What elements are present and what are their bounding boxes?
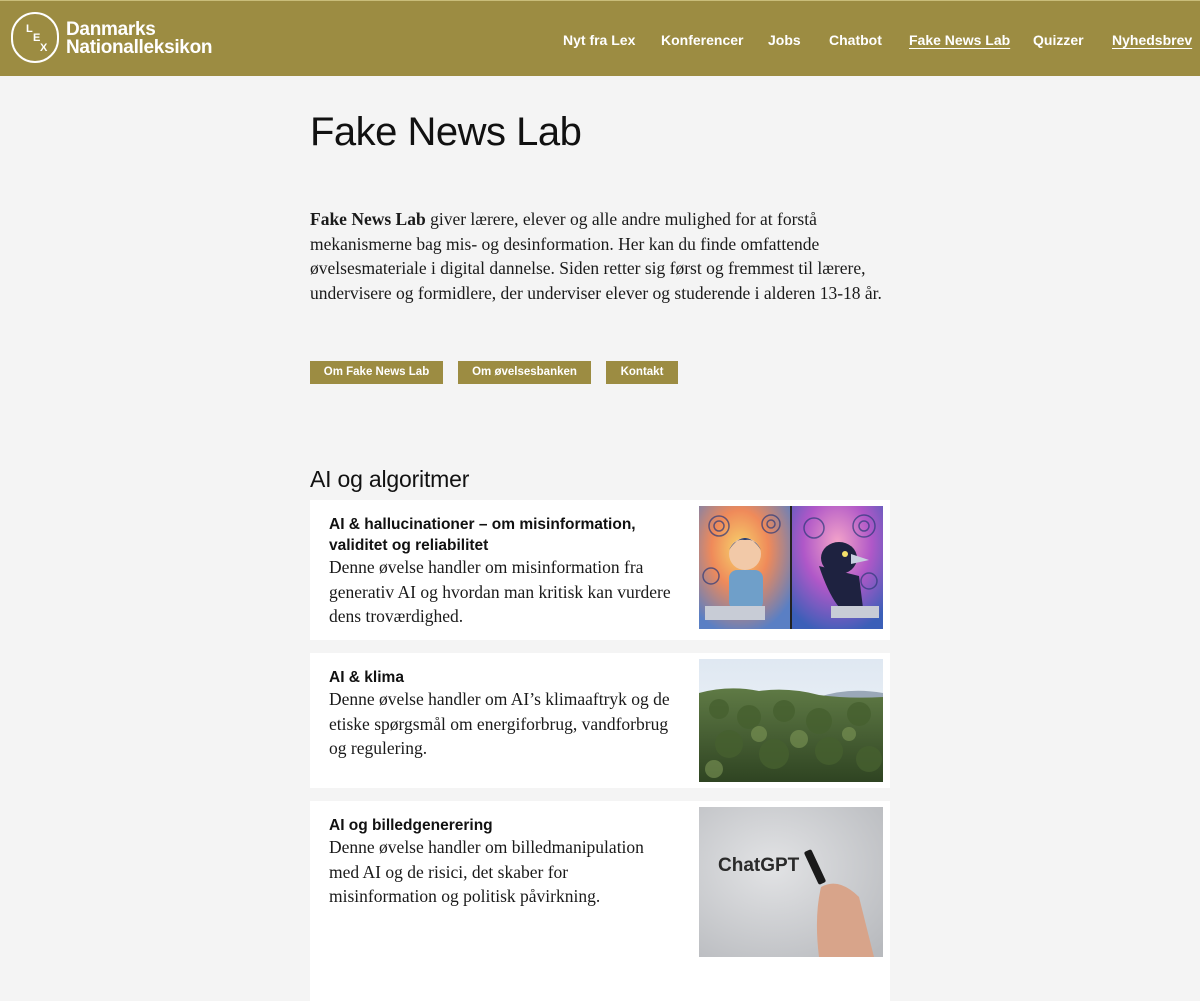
intro-bold: Fake News Lab [310,209,426,229]
chatgpt-photo [699,807,883,957]
nav-chatbot[interactable]: Chatbot [829,32,882,48]
nav-nyhedsbrev[interactable]: Nyhedsbrev [1112,32,1192,48]
nav-nyt-fra-lex[interactable]: Nyt fra Lex [563,32,635,48]
card-image-ai-hallucination[interactable] [699,506,883,629]
exercise-card[interactable]: AI & klima Denne øvelse handler om AI’s … [310,653,890,788]
nav-fake-news-lab[interactable]: Fake News Lab [909,32,1010,48]
card-description: Denne øvelse handler om AI’s klimaaftryk… [329,689,670,758]
nav-quizzer[interactable]: Quizzer [1033,32,1084,48]
main-nav: Nyt fra Lex Konferencer Jobs Chatbot Fak… [0,32,1200,52]
om-fake-news-lab-button[interactable]: Om Fake News Lab [310,361,443,384]
kontakt-button[interactable]: Kontakt [606,361,678,384]
page-title: Fake News Lab [310,110,582,154]
rainforest-photo [699,659,883,782]
card-title[interactable]: AI og billedgenerering [329,815,679,836]
card-title[interactable]: AI & klima [329,667,679,688]
card-description: Denne øvelse handler om billedmanipulati… [329,837,644,906]
om-oevelsesbanken-button[interactable]: Om øvelsesbanken [458,361,591,384]
chatgpt-label: ChatGPT [718,855,800,876]
nav-jobs[interactable]: Jobs [768,32,801,48]
section-heading: AI og algoritmer [310,466,470,492]
card-title[interactable]: AI & hallucinationer – om misinformation… [329,514,679,556]
exercise-card[interactable]: AI & hallucinationer – om misinformation… [310,500,890,640]
intro-paragraph: Fake News Lab giver lærere, elever og al… [310,207,890,305]
card-description: Denne øvelse handler om misinformation f… [329,557,671,626]
card-image-rainforest[interactable] [699,659,883,782]
card-image-chatgpt[interactable]: ChatGPT [699,807,883,957]
exercise-card[interactable]: AI og billedgenerering Denne øvelse hand… [310,801,890,1001]
hallucination-illustration [699,506,883,629]
nav-konferencer[interactable]: Konferencer [661,32,743,48]
site-header: L E X Danmarks Nationalleksikon Nyt fra … [0,0,1200,76]
